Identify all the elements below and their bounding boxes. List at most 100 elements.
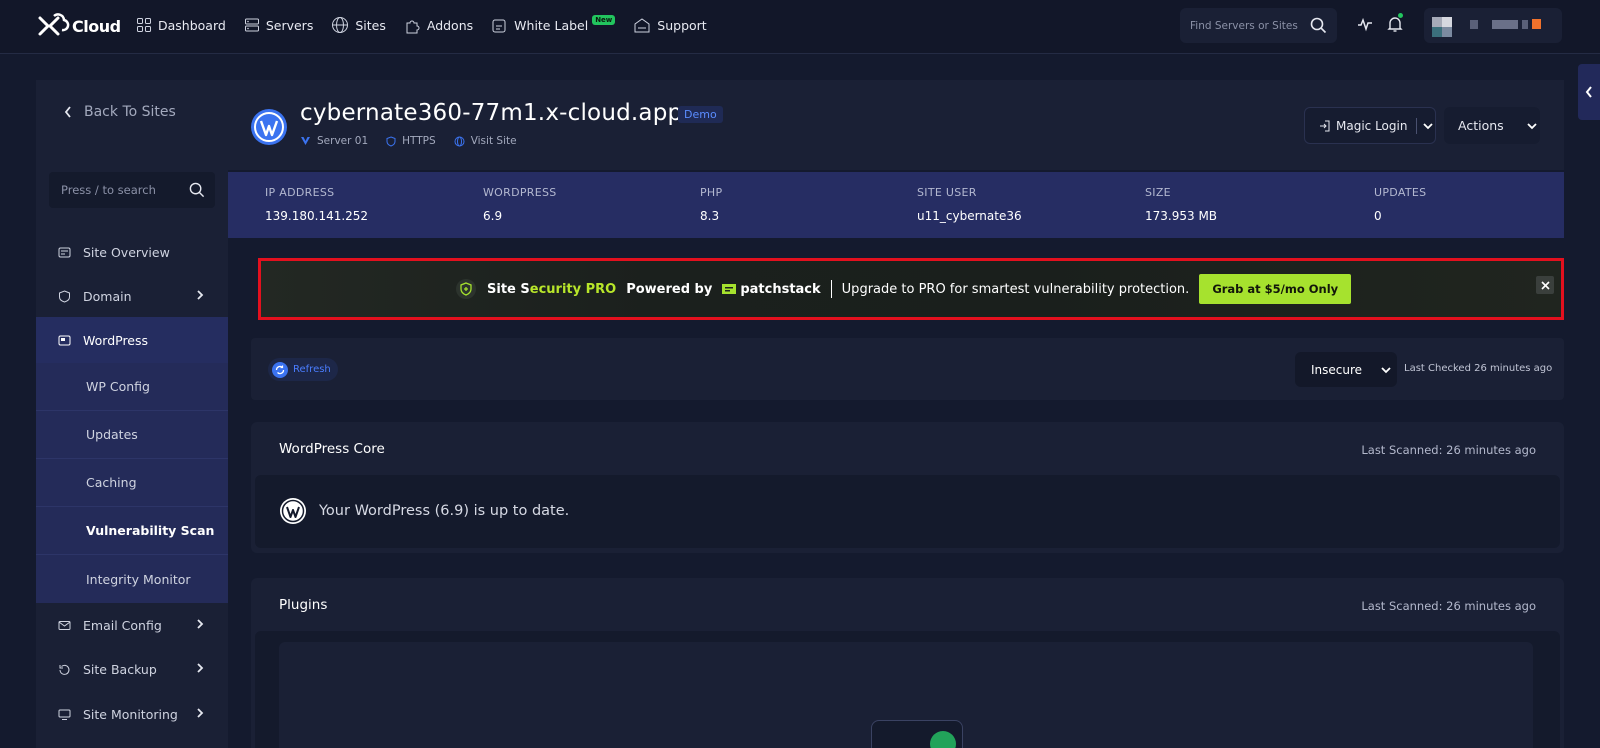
sidebar-subitem-label: WP Config (86, 379, 150, 394)
nav-label: Support (657, 17, 707, 33)
status-select-value: Insecure (1311, 362, 1363, 377)
activity-icon[interactable] (1357, 16, 1373, 32)
nav-white-label[interactable]: White Label New (491, 15, 616, 34)
chevron-right-icon (197, 708, 204, 718)
stat-value: 173.953 MB (1145, 209, 1218, 223)
xcloud-logo-icon (38, 13, 70, 36)
backup-icon (59, 664, 70, 675)
chevron-left-icon (1585, 86, 1592, 98)
dashboard-icon (137, 18, 151, 32)
nav-support[interactable]: Support (633, 17, 707, 34)
plugin-status-toggle[interactable] (871, 720, 963, 748)
sidebar-item-label: Site Backup (83, 661, 157, 677)
wordpress-core-card: WordPress Core Last Scanned: 26 minutes … (251, 422, 1564, 553)
sidebar-subitem-updates[interactable]: Updates (36, 411, 228, 459)
magic-login-button[interactable]: Magic Login (1304, 107, 1436, 144)
nav-dashboard[interactable]: Dashboard (136, 17, 226, 33)
shield-plus-icon (456, 279, 476, 299)
sidebar-item-site-monitoring[interactable]: Site Monitoring (36, 692, 228, 736)
patchstack-label: patchstack (740, 281, 821, 297)
security-status-select[interactable]: Insecure (1295, 352, 1397, 387)
stat-value: 139.180.141.252 (265, 209, 369, 223)
global-search-input[interactable] (1190, 19, 1300, 32)
last-checked-text: Last Checked 26 minutes ago (1404, 363, 1553, 374)
close-icon (1540, 280, 1550, 290)
stat-label: PHP (700, 186, 723, 199)
stat-label: SITE USER (917, 186, 977, 199)
stat-php: PHP 8.3 (700, 186, 722, 223)
nav-addons[interactable]: Addons (404, 17, 473, 34)
stat-updates: UPDATES 0 (1374, 186, 1426, 223)
actions-dropdown[interactable]: Actions (1444, 107, 1540, 144)
card-title: Plugins (279, 597, 328, 613)
last-scanned-text: Last Scanned: 26 minutes ago (1361, 443, 1536, 457)
global-search[interactable] (1180, 8, 1337, 43)
chevron-down-icon (1527, 122, 1537, 129)
nav-servers[interactable]: Servers (244, 17, 313, 33)
patchstack-logo: patchstack (722, 281, 821, 297)
sidebar-search[interactable] (49, 172, 215, 208)
top-navbar: Cloud Dashboard Servers Sites Addons Whi… (0, 0, 1600, 54)
visit-site-link[interactable]: Visit Site (454, 135, 517, 147)
sidebar-subitem-wp-config[interactable]: WP Config (36, 363, 228, 411)
sidebar-subitem-caching[interactable]: Caching (36, 459, 228, 507)
server-icon (244, 18, 259, 32)
xcloud-logo[interactable]: Cloud (36, 12, 121, 40)
refresh-button[interactable]: Refresh (268, 358, 338, 381)
promo-close-button[interactable] (1536, 276, 1554, 294)
sidebar-subitem-vulnerability-scan[interactable]: Vulnerability Scan (36, 507, 228, 555)
sidebar-item-email-config[interactable]: Email Config (36, 603, 228, 647)
plugins-card: Plugins Last Scanned: 26 minutes ago (251, 578, 1564, 748)
security-pro-promo-banner: Site Security PRO Powered by patchstack … (258, 258, 1564, 320)
refresh-label: Refresh (293, 364, 331, 375)
login-icon (1320, 120, 1330, 131)
sidebar-item-wordpress[interactable]: WordPress (36, 317, 228, 363)
puzzle-icon (406, 20, 420, 33)
chevron-left-icon (64, 106, 71, 118)
sidebar-item-site-backup[interactable]: Site Backup (36, 647, 228, 691)
stat-label: UPDATES (1374, 186, 1427, 199)
white-label-icon (492, 19, 506, 32)
bell-icon[interactable] (1387, 16, 1403, 33)
new-badge: New (592, 15, 616, 25)
profile-name-redacted (1470, 19, 1541, 30)
profile-menu[interactable] (1424, 8, 1562, 43)
overview-icon (58, 247, 71, 257)
stat-value: 6.9 (483, 209, 503, 223)
wordpress-icon (280, 498, 306, 524)
promo-headline-part: Site S (487, 281, 530, 297)
stat-label: SIZE (1145, 186, 1171, 199)
https-link[interactable]: HTTPS (386, 135, 436, 147)
chevron-right-icon (197, 619, 204, 629)
promo-powered-by: Powered by (626, 281, 713, 297)
server-link[interactable]: Server 01 (300, 135, 368, 147)
search-icon[interactable] (189, 182, 205, 198)
core-status-panel: Your WordPress (6.9) is up to date. (255, 475, 1560, 548)
button-separator (1416, 117, 1418, 134)
sidebar-item-domain[interactable]: Domain (36, 274, 228, 318)
mail-icon (58, 620, 71, 630)
avatar (1432, 17, 1452, 37)
sidebar-search-input[interactable] (61, 183, 181, 197)
nav-label: White Label (514, 17, 589, 33)
magic-login-label: Magic Login (1336, 118, 1408, 133)
sidebar-subitem-label: Updates (86, 427, 138, 442)
search-icon[interactable] (1310, 17, 1327, 34)
promo-headline-accent: ecurity PRO (529, 281, 617, 297)
nav-label: Addons (426, 17, 474, 33)
https-label: HTTPS (402, 135, 436, 147)
sidebar-item-label: Email Config (83, 617, 162, 633)
wordpress-logo-icon (251, 109, 287, 145)
back-to-sites-link[interactable]: Back To Sites (64, 104, 176, 120)
shield-icon (386, 135, 396, 147)
main-nav: Dashboard Servers Sites Addons White Lab… (136, 0, 707, 50)
demo-badge: Demo (678, 106, 723, 123)
sidebar-item-site-overview[interactable]: Site Overview (36, 230, 228, 274)
nav-sites[interactable]: Sites (331, 16, 386, 34)
grab-pro-button[interactable]: Grab at $5/mo Only (1199, 274, 1352, 304)
chevron-down-icon[interactable] (1422, 122, 1434, 130)
server-brand-icon (301, 137, 310, 145)
collapse-panel-tab[interactable] (1578, 64, 1600, 120)
toggle-knob (930, 731, 956, 748)
sidebar-subitem-integrity-monitor[interactable]: Integrity Monitor (36, 555, 228, 603)
